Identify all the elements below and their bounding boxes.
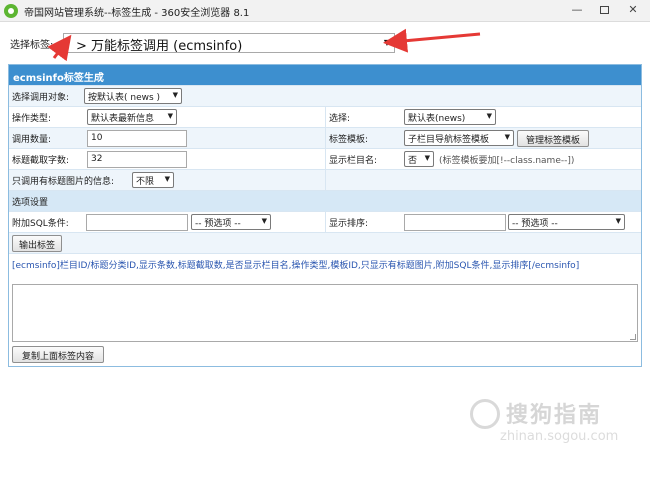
show-class-hint: (标签模板要加[!--class.name--]) <box>439 156 575 166</box>
manage-template-button[interactable]: 管理标签模板 <box>517 130 589 147</box>
tag-generator-panel: ecmsinfo标签生成 选择调用对象: 按默认表( news ) ▼ 操作类型… <box>8 64 642 367</box>
show-class-value: 否 <box>408 156 418 166</box>
chevron-down-icon: ▼ <box>424 154 430 162</box>
template-value: 子栏目导航标签模板 <box>408 135 490 145</box>
only-pic-label: 只调用有标题图片的信息: <box>12 177 115 187</box>
syntax-row: [ecmsinfo]栏目ID/标题分类ID,显示条数,标题截取数,是否显示栏目名… <box>9 253 641 274</box>
chevron-down-icon: ▼ <box>167 112 173 120</box>
chevron-down-icon: ▼ <box>261 217 267 225</box>
sql-order-row: 附加SQL条件: -- 预选项 -- ▼ 显示排序: -- 预选项 -- ▼ <box>9 211 641 233</box>
arrow-to-select <box>383 28 481 53</box>
tag-select-value: > 万能标签调用 (ecmsinfo) <box>76 39 243 54</box>
chevron-down-icon: ▼ <box>164 175 170 183</box>
output-tag-button[interactable]: 输出标签 <box>12 235 62 252</box>
panel-header: ecmsinfo标签生成 <box>9 65 641 85</box>
maximize-icon <box>599 6 609 14</box>
column-divider <box>325 128 326 149</box>
watermark-text: 搜狗指南 <box>506 403 603 428</box>
call-target-value: 按默认表( news ) <box>88 93 161 103</box>
title-length-label: 标题截取字数: <box>12 156 70 166</box>
title-length-input[interactable]: 32 <box>87 151 187 168</box>
only-pic-row: 只调用有标题图片的信息: 不限 ▼ <box>9 169 641 191</box>
chevron-down-icon: ▼ <box>486 112 492 120</box>
window-title: 帝国网站管理系统--标签生成 - 360安全浏览器 8.1 <box>24 8 250 19</box>
resize-grip-icon[interactable] <box>630 334 636 340</box>
choose-label: 选择: <box>329 114 351 124</box>
chevron-down-icon: ▼ <box>172 91 178 99</box>
order-input[interactable] <box>404 214 506 231</box>
call-target-label: 选择调用对象: <box>12 93 70 103</box>
sogou-watermark: 搜狗指南 zhinan.sogou.com <box>470 393 640 453</box>
column-divider <box>325 149 326 170</box>
op-type-row: 操作类型: 默认表最新信息 ▼ 选择: 默认表(news) ▼ <box>9 106 641 128</box>
show-class-select[interactable]: 否 ▼ <box>404 151 434 167</box>
maximize-button[interactable] <box>597 4 611 17</box>
count-value: 10 <box>91 133 103 143</box>
options-section-title: 选项设置 <box>12 198 49 208</box>
column-divider <box>325 170 326 191</box>
chevron-down-icon: ▼ <box>504 133 510 141</box>
tag-output-textarea[interactable] <box>12 284 638 342</box>
tag-syntax-text: [ecmsinfo]栏目ID/标题分类ID,显示条数,标题截取数,是否显示栏目名… <box>12 261 580 271</box>
order-label: 显示排序: <box>329 219 369 229</box>
chevron-down-icon: ▼ <box>383 38 390 47</box>
choose-select[interactable]: 默认表(news) ▼ <box>404 109 496 125</box>
op-type-label: 操作类型: <box>12 114 52 124</box>
tag-select-label: 选择标签: <box>10 40 54 51</box>
order-preset-value: -- 预选项 -- <box>512 219 558 229</box>
browser-logo-icon <box>4 4 18 18</box>
column-divider <box>325 212 326 233</box>
count-row: 调用数量: 10 标签模板: 子栏目导航标签模板 ▼ 管理标签模板 <box>9 127 641 149</box>
tag-select[interactable]: > 万能标签调用 (ecmsinfo) ▼ <box>63 33 395 54</box>
sogou-logo-icon <box>470 399 500 429</box>
op-type-select[interactable]: 默认表最新信息 ▼ <box>87 109 177 125</box>
order-preset-select[interactable]: -- 预选项 -- ▼ <box>508 214 625 230</box>
call-target-row: 选择调用对象: 按默认表( news ) ▼ <box>9 85 641 106</box>
sql-label: 附加SQL条件: <box>12 219 69 229</box>
op-type-value: 默认表最新信息 <box>91 114 155 124</box>
sql-input[interactable] <box>86 214 188 231</box>
show-class-label: 显示栏目名: <box>329 156 378 166</box>
browser-titlebar: 帝国网站管理系统--标签生成 - 360安全浏览器 8.1 — ✕ <box>0 0 650 22</box>
count-input[interactable]: 10 <box>87 130 187 147</box>
title-length-value: 32 <box>91 154 103 164</box>
only-pic-value: 不限 <box>136 177 155 187</box>
minimize-button[interactable]: — <box>570 4 584 17</box>
call-target-select[interactable]: 按默认表( news ) ▼ <box>84 88 182 104</box>
sql-preset-value: -- 预选项 -- <box>195 219 241 229</box>
choose-value: 默认表(news) <box>408 114 466 124</box>
copy-tag-button[interactable]: 复制上面标签内容 <box>12 346 104 363</box>
count-label: 调用数量: <box>12 135 52 145</box>
title-length-row: 标题截取字数: 32 显示栏目名: 否 ▼ (标签模板要加[!--class.n… <box>9 148 641 170</box>
chevron-down-icon: ▼ <box>615 217 621 225</box>
options-section-row: 选项设置 <box>9 190 641 211</box>
template-select[interactable]: 子栏目导航标签模板 ▼ <box>404 130 514 146</box>
column-divider <box>325 107 326 128</box>
output-button-row: 输出标签 <box>9 232 641 253</box>
only-pic-select[interactable]: 不限 ▼ <box>132 172 174 188</box>
close-button[interactable]: ✕ <box>626 4 640 17</box>
watermark-url: zhinan.sogou.com <box>500 429 619 444</box>
sql-preset-select[interactable]: -- 预选项 -- ▼ <box>191 214 271 230</box>
template-label: 标签模板: <box>329 135 369 145</box>
